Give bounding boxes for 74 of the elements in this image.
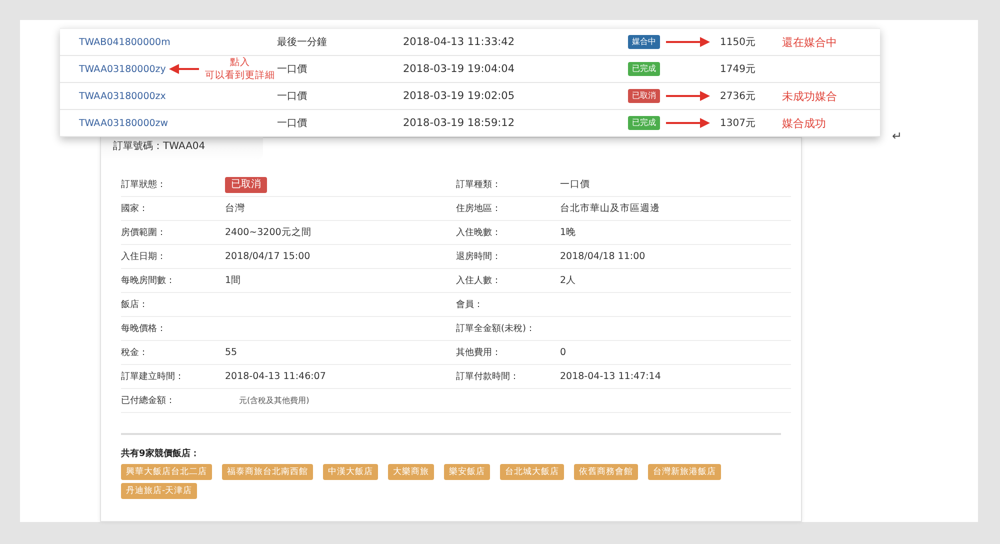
- order-type: 最後一分鐘: [277, 36, 328, 49]
- hotel-tag[interactable]: 樂安飯店: [444, 464, 490, 480]
- order-price: 1749元: [720, 63, 756, 76]
- field-label: 訂單付款時間：: [456, 370, 520, 383]
- field-value: 1間: [225, 274, 242, 287]
- field-label: 已付總金額：: [121, 394, 176, 407]
- field-label: 入住日期：: [121, 250, 167, 263]
- hotel-tag[interactable]: 台北城大飯店: [500, 464, 564, 480]
- order-time: 2018-03-19 18:59:12: [403, 117, 516, 129]
- hotel-tag[interactable]: 福泰商旅台北南西館: [222, 464, 313, 480]
- field-value: 元(含稅及其他費用): [238, 395, 310, 406]
- field-label: 訂單全金額(未稅)：: [456, 322, 536, 335]
- order-time: 2018-03-19 19:04:04: [403, 63, 516, 75]
- field-value: 2018-04-13 11:46:07: [225, 371, 326, 382]
- order-time: 2018-03-19 19:02:05: [403, 90, 516, 102]
- field-label: 稅金：: [121, 346, 149, 359]
- status-badge: 已完成: [628, 116, 660, 130]
- field-value: 2018/04/17 15:00: [225, 251, 310, 262]
- annotation-text: 可以看到更詳細: [204, 69, 275, 82]
- hotel-tag[interactable]: 中漢大飯店: [323, 464, 378, 480]
- field-value: 2018-04-13 11:47:14: [560, 371, 661, 382]
- status-badge: 已取消: [225, 176, 267, 192]
- field-label: 房價範圍：: [121, 226, 167, 239]
- field-label: 訂單建立時間：: [121, 370, 185, 383]
- order-type: 一口價: [277, 90, 308, 103]
- status-badge: 已完成: [628, 62, 660, 76]
- field-label: 飯店：: [121, 298, 149, 311]
- order-price: 2736元: [720, 90, 756, 103]
- annotation-arrow: [168, 64, 199, 74]
- order-link[interactable]: TWAA03180000zx: [79, 90, 166, 102]
- field-value: 2人: [560, 274, 576, 287]
- status-badge: 已取消: [628, 89, 660, 103]
- paragraph-mark: ↵: [892, 129, 902, 143]
- annotation-text: 還在媒合中: [782, 35, 837, 50]
- field-label: 入住人數：: [456, 274, 502, 287]
- field-label: 國家：: [121, 202, 149, 215]
- field-label: 會員：: [456, 298, 484, 311]
- hotel-tag[interactable]: 依舊商務會館: [574, 464, 638, 480]
- status-badge: 媒合中: [628, 35, 660, 49]
- hotel-tag[interactable]: 台灣新旅港飯店: [648, 464, 721, 480]
- order-type: 一口價: [277, 117, 308, 130]
- hotel-tag[interactable]: 興華大飯店台北二店: [121, 464, 212, 480]
- annotation-arrow: [666, 118, 710, 128]
- order-price: 1307元: [720, 117, 756, 130]
- field-label: 入住晚數：: [456, 226, 502, 239]
- order-type: 一口價: [277, 63, 308, 76]
- field-label: 每晚價格：: [121, 322, 167, 335]
- hotel-tag[interactable]: 大樂商旅: [388, 464, 434, 480]
- order-time: 2018-04-13 11:33:42: [403, 36, 516, 48]
- order-link[interactable]: TWAA03180000zy: [79, 64, 166, 74]
- field-value: 一口價: [560, 178, 590, 191]
- field-label: 訂單種類：: [456, 178, 502, 191]
- field-value: 0: [560, 347, 566, 358]
- order-link[interactable]: TWAA03180000zw: [79, 118, 168, 128]
- order-price: 1150元: [720, 36, 756, 49]
- annotation-arrow: [666, 91, 710, 101]
- order-link[interactable]: TWAB041800000m: [79, 36, 170, 48]
- field-value: 55: [225, 347, 238, 358]
- hotels-heading: 共有9家競價飯店：: [121, 447, 200, 460]
- field-label: 訂單狀態：: [121, 178, 167, 191]
- field-label: 其他費用：: [456, 346, 502, 359]
- annotation-text: 未成功媒合: [782, 89, 837, 104]
- field-label: 住房地區：: [456, 202, 502, 215]
- annotation-text: 點入: [230, 56, 250, 69]
- field-value: 台灣: [225, 202, 245, 215]
- annotation-arrow: [666, 37, 710, 47]
- hotel-tag[interactable]: 丹迪旅店-天津店: [121, 483, 198, 499]
- field-value: 2400~3200元之間: [225, 226, 312, 239]
- field-value: 1晚: [560, 226, 576, 239]
- field-label: 退房時間：: [456, 250, 502, 263]
- field-value: 2018/04/18 11:00: [560, 251, 646, 262]
- field-label: 每晚房間數：: [121, 274, 176, 287]
- annotation-text: 媒合成功: [782, 116, 826, 131]
- field-value: 台北市華山及市區週邊: [560, 202, 660, 215]
